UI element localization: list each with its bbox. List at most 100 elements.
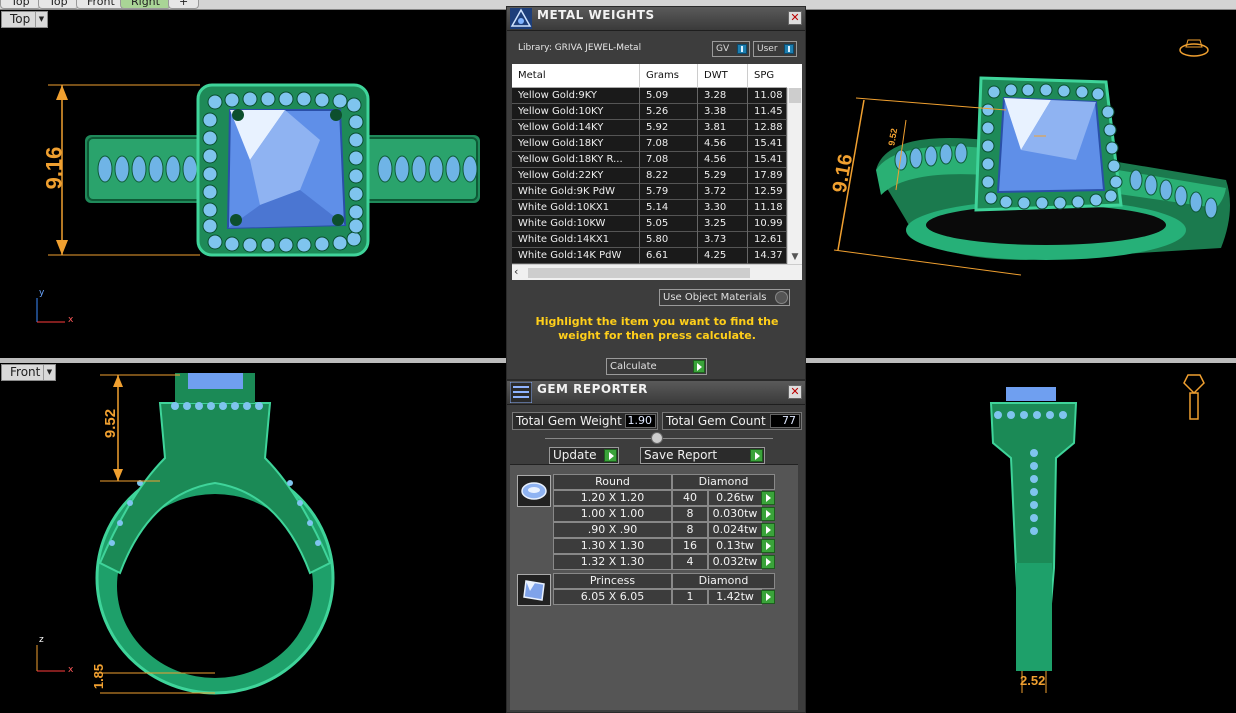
column-header-metal[interactable]: Metal <box>512 64 640 88</box>
tab-front[interactable]: Front <box>76 0 126 9</box>
metal-cell-spg: 17.89 <box>748 168 787 184</box>
viewport-bottom-right[interactable]: 2.52 <box>806 363 1236 713</box>
round-diamond-icon <box>521 482 547 500</box>
metal-table-row[interactable]: Yellow Gold:22KY 8.22 5.29 17.89 <box>512 168 787 184</box>
select-gem-button[interactable] <box>761 507 775 521</box>
metal-cell-spg: 11.18 <box>748 200 787 216</box>
gem-reporter-panel: GEM REPORTER ✕ Total Gem Weight 1.90 Tot… <box>506 380 806 713</box>
select-gem-button[interactable] <box>761 539 775 553</box>
metal-cell-grams: 7.08 <box>640 136 698 152</box>
axis-z-label: z <box>39 635 44 645</box>
metal-cell-grams: 5.92 <box>640 120 698 136</box>
metal-cell-grams: 7.08 <box>640 152 698 168</box>
tab-top-2[interactable]: Top <box>38 0 79 9</box>
gem-count: 16 <box>672 538 708 554</box>
use-object-materials-toggle[interactable]: Use Object Materials <box>659 289 790 306</box>
tab-right[interactable]: Right <box>120 0 171 9</box>
metal-cell-spg: 15.41 <box>748 152 787 168</box>
princess-gem-thumbnail <box>517 574 551 606</box>
gem-size: 6.05 X 6.05 <box>553 589 672 605</box>
gem-stone-diamond: Diamond <box>672 474 775 490</box>
scrollbar-thumb[interactable] <box>789 88 801 103</box>
metal-cell-dwt: 4.25 <box>698 248 748 264</box>
save-report-label: Save Report <box>644 448 718 462</box>
metal-table-row[interactable]: White Gold:9K PdW 5.79 3.72 12.59 <box>512 184 787 200</box>
metal-table-row[interactable]: Yellow Gold:18KY R... 7.08 4.56 15.41 <box>512 152 787 168</box>
gem-shape-princess: Princess <box>553 573 672 589</box>
metal-table-row[interactable]: Yellow Gold:10KY 5.26 3.38 11.45 <box>512 104 787 120</box>
metal-cell-metal-name: White Gold:9K PdW <box>512 184 640 200</box>
column-header-spg[interactable]: SPG <box>748 64 787 88</box>
play-icon <box>604 449 617 462</box>
play-icon <box>750 449 763 462</box>
metal-table-row[interactable]: Yellow Gold:14KY 5.92 3.81 12.88 <box>512 120 787 136</box>
select-gem-button[interactable] <box>761 523 775 537</box>
metal-cell-metal-name: Yellow Gold:18KY R... <box>512 152 640 168</box>
total-gem-count-label: Total Gem Count <box>666 414 766 428</box>
scrollbar-thumb[interactable] <box>528 268 750 278</box>
metal-weights-titlebar[interactable]: METAL WEIGHTS ✕ <box>507 7 805 31</box>
metal-table-row[interactable]: Yellow Gold:18KY 7.08 4.56 15.41 <box>512 136 787 152</box>
gem-carat-weight: 0.030tw <box>708 506 762 522</box>
column-header-dwt[interactable]: DWT <box>698 64 748 88</box>
viewport-top-left[interactable]: Top ▼ 9.16 y x <box>0 10 506 358</box>
metal-cell-dwt: 3.81 <box>698 120 748 136</box>
column-header-grams[interactable]: Grams <box>640 64 698 88</box>
metal-cell-grams: 8.22 <box>640 168 698 184</box>
gv-toggle[interactable]: GV <box>712 41 750 57</box>
tab-top-1[interactable]: Top <box>0 0 41 9</box>
metal-cell-dwt: 4.56 <box>698 136 748 152</box>
metal-cell-dwt: 3.73 <box>698 232 748 248</box>
gem-count: 4 <box>672 554 708 570</box>
select-gem-button[interactable] <box>761 590 775 604</box>
metal-cell-metal-name: White Gold:10KW <box>512 216 640 232</box>
gem-reporter-logo-icon <box>510 382 532 403</box>
metal-cell-metal-name: Yellow Gold:18KY <box>512 136 640 152</box>
user-toggle[interactable]: User <box>753 41 797 57</box>
gem-count: 8 <box>672 506 708 522</box>
metal-cell-metal-name: Yellow Gold:22KY <box>512 168 640 184</box>
gem-count: 1 <box>672 589 708 605</box>
calculate-button[interactable]: Calculate <box>606 358 707 375</box>
chevron-left-icon[interactable]: ‹ <box>514 265 518 278</box>
round-gem-thumbnail <box>517 475 551 507</box>
dimension-width: 2.52 <box>1020 673 1046 688</box>
add-tab-button[interactable]: + <box>168 0 200 9</box>
metal-cell-spg: 11.45 <box>748 104 787 120</box>
gem-reporter-titlebar[interactable]: GEM REPORTER ✕ <box>507 381 805 405</box>
save-report-button[interactable]: Save Report <box>640 447 765 464</box>
metal-cell-spg: 12.59 <box>748 184 787 200</box>
viewport-top-right[interactable]: 9.16 9.52 <box>806 10 1236 358</box>
metal-cell-grams: 5.09 <box>640 88 698 104</box>
metal-cell-dwt: 3.25 <box>698 216 748 232</box>
metal-cell-grams: 5.80 <box>640 232 698 248</box>
close-icon[interactable]: ✕ <box>788 385 802 399</box>
viewport-bottom-left[interactable]: Front ▼ 9.52 1.85 z x <box>0 363 506 713</box>
metal-cell-dwt: 3.72 <box>698 184 748 200</box>
close-icon[interactable]: ✕ <box>788 11 802 25</box>
dimension-head-height: 9.52 <box>102 408 120 439</box>
metal-table-row[interactable]: White Gold:10KW 5.05 3.25 10.99 <box>512 216 787 232</box>
princess-diamond-icon <box>523 580 545 601</box>
metal-cell-spg: 12.61 <box>748 232 787 248</box>
vertical-scrollbar[interactable]: ▼ <box>787 88 802 264</box>
horizontal-scrollbar[interactable]: ‹ <box>512 264 802 280</box>
gem-carat-weight: 0.13tw <box>708 538 762 554</box>
select-gem-button[interactable] <box>761 555 775 569</box>
gem-stone-diamond: Diamond <box>672 573 775 589</box>
metal-table-row[interactable]: White Gold:14KX1 5.80 3.73 12.61 <box>512 232 787 248</box>
update-button[interactable]: Update <box>549 447 619 464</box>
metal-table: Metal Grams DWT SPG Yellow Gold:9KY 5.09 3… <box>512 64 802 280</box>
chevron-down-icon[interactable]: ▼ <box>788 252 802 264</box>
metal-table-row[interactable]: White Gold:14K PdW 6.61 4.25 14.37 <box>512 248 787 264</box>
splitter-knob-icon[interactable] <box>651 432 663 444</box>
select-gem-button[interactable] <box>761 491 775 505</box>
dimension-shank-thickness: 1.85 <box>91 663 107 690</box>
metal-cell-grams: 5.79 <box>640 184 698 200</box>
toggle-indicator-icon <box>784 44 794 54</box>
metal-table-row[interactable]: Yellow Gold:9KY 5.09 3.28 11.08 <box>512 88 787 104</box>
axis-x-label: x <box>68 315 74 325</box>
metal-cell-grams: 5.14 <box>640 200 698 216</box>
panel-title: METAL WEIGHTS <box>537 8 655 22</box>
metal-table-row[interactable]: White Gold:10KX1 5.14 3.30 11.18 <box>512 200 787 216</box>
